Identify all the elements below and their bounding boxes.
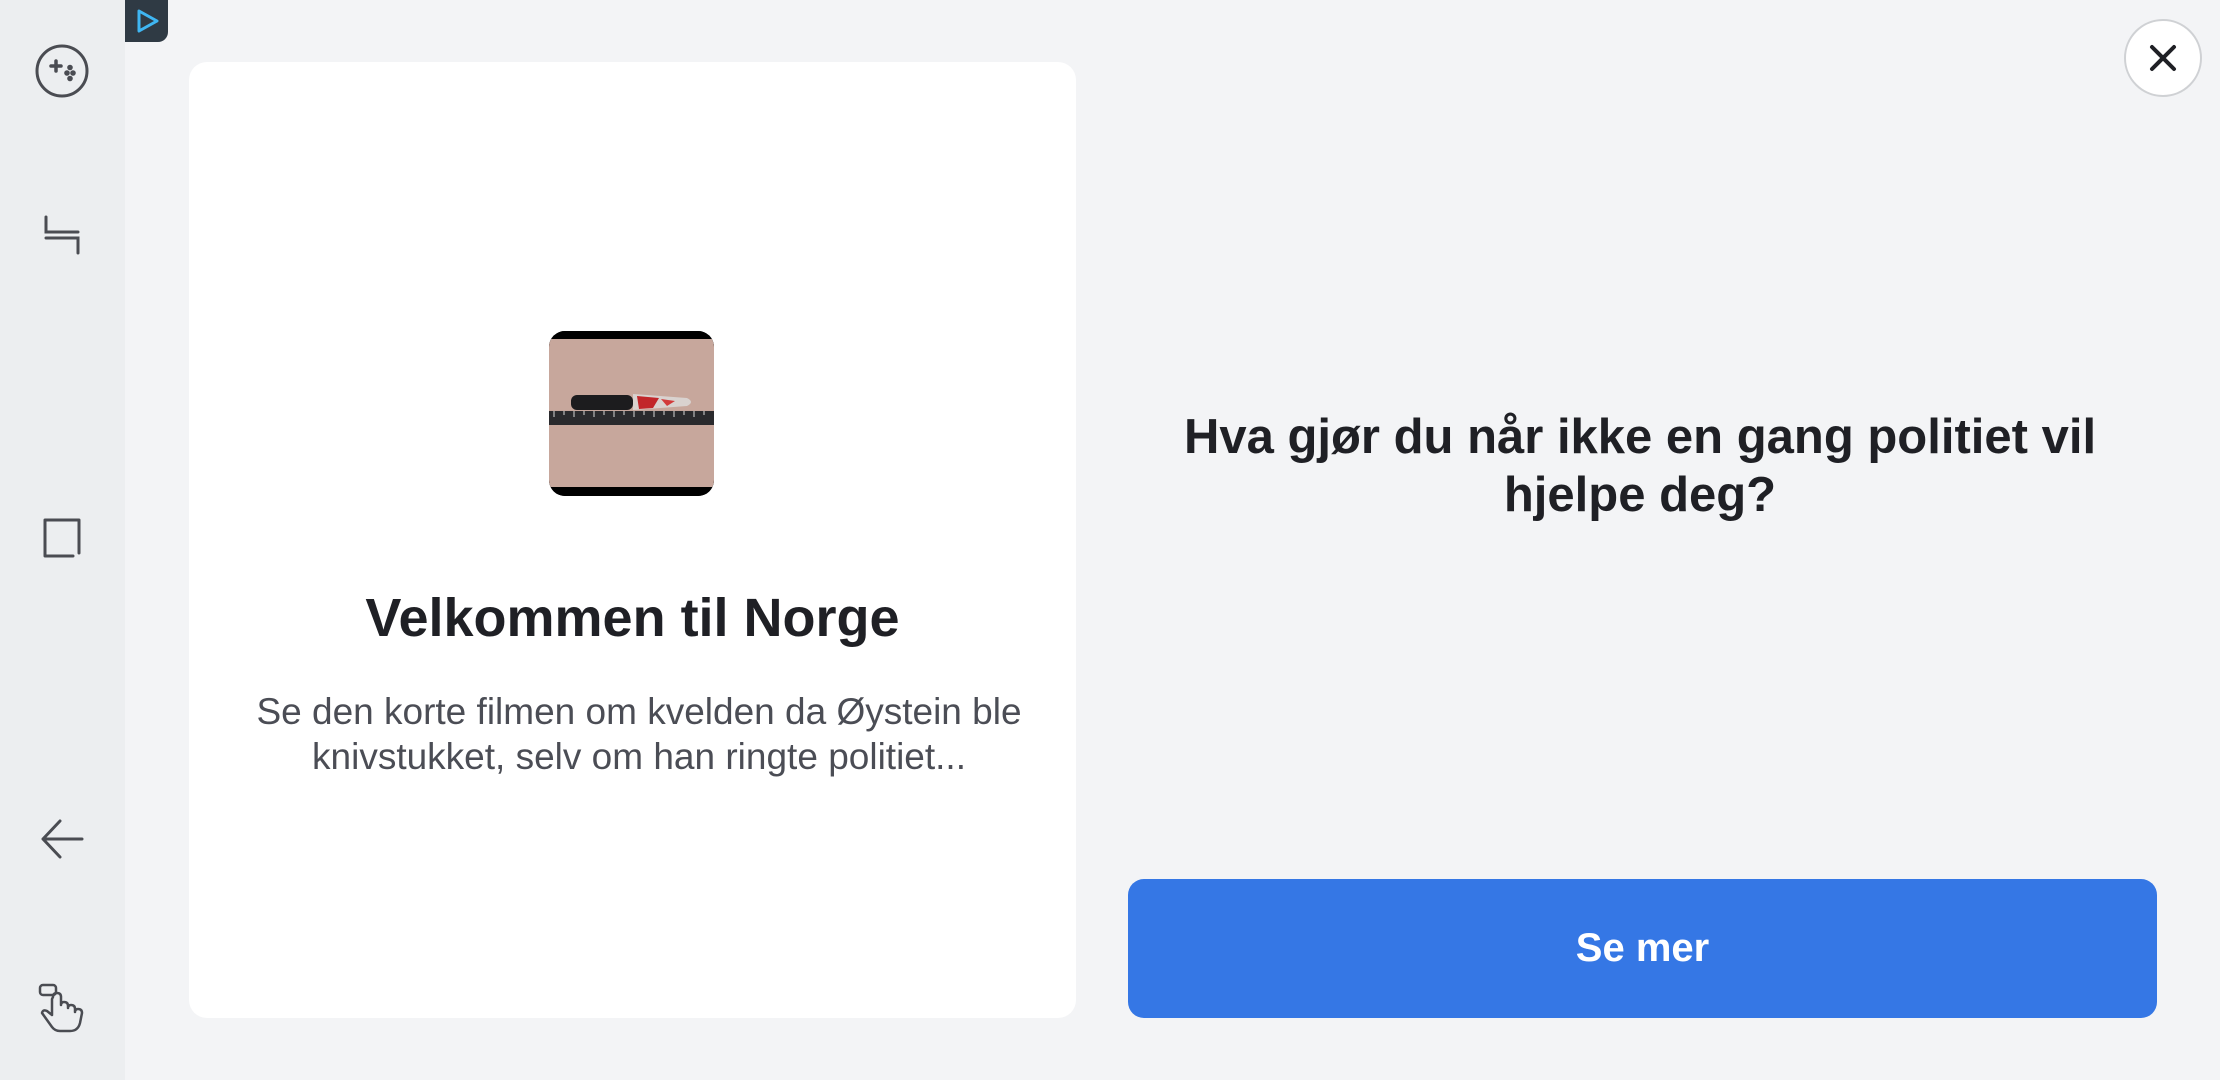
ad-badge xyxy=(125,0,168,42)
gamepad-button[interactable] xyxy=(27,36,97,106)
ad-card-description: Se den korte filmen om kvelden da Øystei… xyxy=(256,691,1022,777)
game-sidebar xyxy=(0,0,125,1080)
ad-play-badge-icon xyxy=(137,9,158,33)
square-button[interactable] xyxy=(27,503,97,573)
back-arrow-icon xyxy=(41,819,84,859)
ad-card-title: Velkommen til Norge xyxy=(365,588,900,648)
split-view-icon xyxy=(44,215,80,255)
close-button[interactable] xyxy=(2124,19,2202,97)
ad-card[interactable]: Velkommen til Norge Se den korte filmen … xyxy=(189,62,1076,1018)
gamepad-icon xyxy=(35,44,89,98)
knife-thumbnail xyxy=(549,331,714,496)
split-view-button[interactable] xyxy=(27,200,97,270)
ad-headline: Hva gjør du når ikke en gang politiet vi… xyxy=(1183,410,2097,522)
gesture-hand-icon xyxy=(38,983,84,1033)
back-button[interactable] xyxy=(27,804,97,874)
see-more-button[interactable]: Se mer xyxy=(1128,879,2157,1018)
close-icon xyxy=(2150,45,2176,71)
square-icon xyxy=(43,518,81,558)
ad-thumbnail[interactable] xyxy=(549,331,714,496)
gesture-button[interactable] xyxy=(27,972,97,1042)
